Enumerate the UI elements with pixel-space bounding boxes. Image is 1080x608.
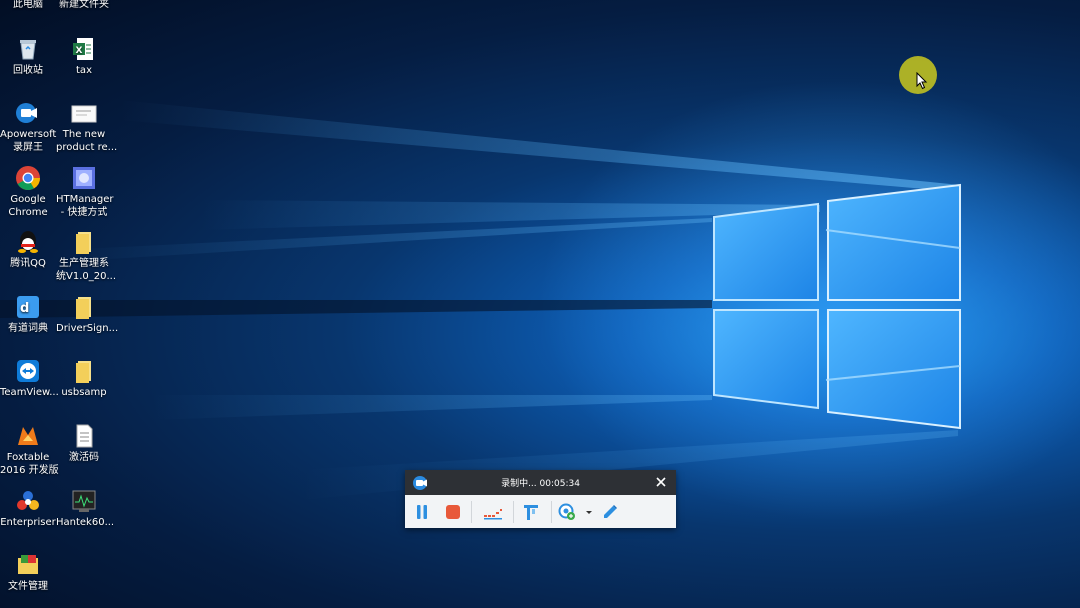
document-icon (71, 100, 97, 126)
desktop-icon-foxtable[interactable]: Foxtable 2016 开发版 (0, 423, 59, 477)
youdao-icon: d (15, 294, 41, 320)
desktop-icon-hantek[interactable]: Hantek60... (56, 488, 115, 530)
folder-icon (71, 229, 97, 255)
desktop-icon-label: DriverSign... (56, 323, 119, 334)
close-icon[interactable] (654, 475, 668, 489)
text-file-icon (71, 423, 97, 449)
pen-icon[interactable] (601, 503, 619, 521)
desktop-icon-label: 激活码 (69, 452, 99, 463)
audio-level-icon[interactable] (482, 503, 504, 521)
desktop-icon-label: Apowersoft (0, 129, 57, 140)
desktop-icon-file-manager[interactable]: 文件管理 (0, 552, 56, 594)
excel-file-icon: X (71, 36, 97, 62)
folder-icon (71, 358, 97, 384)
folder-icon (71, 294, 97, 320)
stop-icon[interactable] (444, 503, 462, 521)
svg-text:X: X (76, 46, 83, 56)
desktop-icon-label: product re... (56, 141, 118, 153)
htmanager-icon (71, 165, 97, 191)
desktop-icon-label: 2016 开发版 (0, 464, 59, 476)
desktop-icon-htmanager[interactable]: HTManager - 快捷方式 (56, 165, 114, 219)
desktop-icon-label: 新建文件夹 (59, 0, 109, 10)
desktop-icon-label: Foxtable (6, 452, 50, 463)
desktop-icon-label: Hantek60... (56, 517, 115, 528)
desktop-icon-label: 回收站 (13, 65, 43, 76)
desktop-icon-label: 统V1.0_20... (56, 270, 117, 282)
chrome-icon (15, 165, 41, 191)
desktop-icon-label: 文件管理 (8, 581, 48, 592)
desktop-icon-label: - 快捷方式 (60, 206, 108, 218)
desktop-icon-label: usbsamp (61, 387, 107, 398)
desktop-icon-label: 腾讯QQ (10, 258, 46, 269)
qq-icon (15, 229, 41, 255)
recorder-title-bar[interactable]: 录制中... 00:05:34 (405, 470, 676, 495)
recycle-bin-icon (15, 36, 41, 62)
desktop-icon-activation-code[interactable]: 激活码 (56, 423, 112, 465)
pause-icon[interactable] (413, 503, 431, 521)
file-manager-icon (15, 552, 41, 578)
desktop-icon-chrome[interactable]: Google Chrome (0, 165, 56, 219)
desktop-icon-qq[interactable]: 腾讯QQ (0, 229, 56, 271)
dropdown-arrow-icon[interactable] (585, 503, 593, 521)
apowersoft-icon (15, 100, 41, 126)
recorder-toolbar: 录制中... 00:05:34 (405, 470, 676, 528)
desktop-icon-this-pc[interactable]: 此电脑 (0, 0, 56, 12)
desktop-icon-enterpriser[interactable]: Enterpriser (0, 488, 56, 530)
desktop-icon-label: The new (62, 129, 106, 140)
desktop-icon-label: Enterpriser (0, 517, 56, 528)
desktop-icon-label: 有道词典 (8, 323, 48, 334)
foxtable-icon (15, 423, 41, 449)
enterpriser-icon (15, 488, 41, 514)
desktop-icon-usbsamp[interactable]: usbsamp (56, 358, 112, 400)
desktop-icon-label: 录屏王 (13, 141, 43, 153)
toolbar-separator (551, 501, 552, 523)
desktop-icon-new-product[interactable]: The new product re... (56, 100, 118, 154)
desktop-icon-youdao[interactable]: d 有道词典 (0, 294, 56, 336)
desktop-icon-tax[interactable]: X tax (56, 36, 112, 78)
desktop-icon-production-system[interactable]: 生产管理系 统V1.0_20... (56, 229, 117, 283)
hantek-icon (71, 488, 97, 514)
desktop-icon-label: TeamView... (0, 387, 59, 398)
webcam-icon[interactable] (558, 503, 576, 521)
desktop-icon-label: tax (76, 65, 92, 76)
desktop-icon-driversign[interactable]: DriverSign... (56, 294, 119, 336)
toolbar-separator (513, 501, 514, 523)
desktop-icon-label: HTManager (56, 194, 114, 205)
desktop-icon-new-folder[interactable]: 新建文件夹 (56, 0, 112, 12)
desktop-icon-label: Chrome (8, 206, 48, 218)
desktop-icon-label: 此电脑 (13, 0, 43, 10)
desktop-icon-apowersoft[interactable]: Apowersoft 录屏王 (0, 100, 56, 154)
recording-status: 录制中... 00:05:34 (501, 479, 580, 489)
desktop-icon-label: Google (10, 194, 46, 205)
desktop-icon-recycle-bin[interactable]: 回收站 (0, 36, 56, 78)
teamviewer-icon (15, 358, 41, 384)
svg-text:d: d (20, 301, 29, 316)
desktop-icon-teamviewer[interactable]: TeamView... (0, 358, 59, 400)
desktop-icon-label: 生产管理系 (59, 258, 109, 269)
toolbar-separator (471, 501, 472, 523)
recorder-controls (405, 495, 676, 528)
toolbox-icon[interactable] (522, 503, 540, 521)
mouse-cursor-icon (916, 72, 928, 90)
